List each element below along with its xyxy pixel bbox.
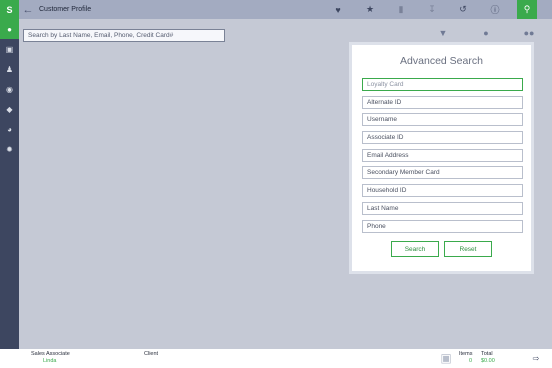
items-value: 0 [469, 358, 473, 364]
logo-text: S [6, 4, 13, 15]
alternate-id-field[interactable] [362, 96, 523, 109]
arrow-left-icon: ← [22, 3, 34, 16]
sign-out-icon: ⇨ [532, 353, 540, 363]
sidebar-item-settings[interactable]: ✹ [0, 139, 19, 159]
sidebar-item-tags[interactable]: ◆ [0, 99, 19, 119]
sidebar-item-group[interactable]: ♟ [0, 59, 19, 79]
reset-button[interactable]: Reset [444, 241, 492, 257]
users-icon: ●● [523, 28, 535, 38]
items-label: Items [459, 351, 473, 357]
sales-associate-value[interactable]: Linda [43, 358, 56, 364]
info-button[interactable]: ⓘ [485, 0, 505, 19]
search-icon: ⚲ [523, 4, 531, 14]
barcode-button[interactable]: ▮ [391, 0, 411, 19]
customer-search-input[interactable] [23, 29, 225, 42]
back-button[interactable]: ← [19, 0, 37, 19]
tag-icon: ◆ [6, 104, 13, 114]
group-icon: ♟ [5, 64, 14, 74]
total-label: Total [481, 351, 493, 357]
cart-icon[interactable]: ▣ [437, 351, 455, 365]
page-title: Customer Profile [39, 6, 92, 13]
multi-user-button[interactable]: ●● [521, 26, 537, 40]
client-label: Client [144, 351, 159, 357]
loyalty-card-field[interactable] [362, 78, 523, 91]
sign-out-button[interactable]: ⇨ [531, 353, 541, 363]
search-button[interactable]: Search [391, 241, 439, 257]
associate-id-field[interactable] [362, 131, 523, 144]
username-field[interactable] [362, 113, 523, 126]
filter-button[interactable]: ▼ [435, 26, 451, 40]
download-button[interactable]: ↧ [422, 0, 442, 19]
undo-button[interactable]: ↺ [453, 0, 473, 19]
undo-icon: ↺ [459, 4, 467, 14]
search-toggle-button[interactable]: ⚲ [517, 0, 537, 19]
settings-icon: ✹ [6, 144, 13, 154]
advanced-search-panel: Advanced Search Search Reset [352, 45, 531, 271]
heart-icon: ♥ [335, 4, 341, 15]
last-name-field[interactable] [362, 202, 523, 215]
phone-field[interactable] [362, 220, 523, 233]
favorites-button[interactable]: ♥ [328, 0, 348, 19]
advanced-search-title: Advanced Search [400, 55, 483, 67]
sidebar-item-cart[interactable]: ▣ [0, 39, 19, 59]
sidebar-item-globe[interactable]: ◕ [0, 119, 19, 139]
star-icon: ★ [365, 4, 375, 14]
email-address-field[interactable] [362, 149, 523, 162]
sales-associate-label: Sales Associate [31, 351, 70, 357]
filter-icon: ▼ [438, 28, 448, 38]
single-user-button[interactable]: ● [478, 26, 494, 40]
cart-icon: ▣ [5, 44, 14, 54]
sidebar-item-customer[interactable]: ● [0, 19, 19, 39]
info-icon: ⓘ [490, 5, 500, 15]
sidebar-item-view[interactable]: ◉ [0, 79, 19, 99]
star-button[interactable]: ★ [360, 0, 380, 19]
barcode-icon: ▮ [398, 4, 404, 14]
household-id-field[interactable] [362, 184, 523, 197]
app-logo[interactable]: S [0, 0, 19, 19]
user-icon: ● [483, 28, 489, 38]
download-icon: ↧ [428, 4, 436, 14]
user-icon: ● [7, 24, 12, 34]
secondary-member-card-field[interactable] [362, 166, 523, 179]
sidebar: S ● ▣ ♟ ◉ ◆ ◕ ✹ [0, 0, 19, 349]
eye-icon: ◉ [6, 84, 13, 94]
globe-icon: ◕ [7, 124, 12, 134]
total-value: $0.00 [481, 358, 495, 364]
